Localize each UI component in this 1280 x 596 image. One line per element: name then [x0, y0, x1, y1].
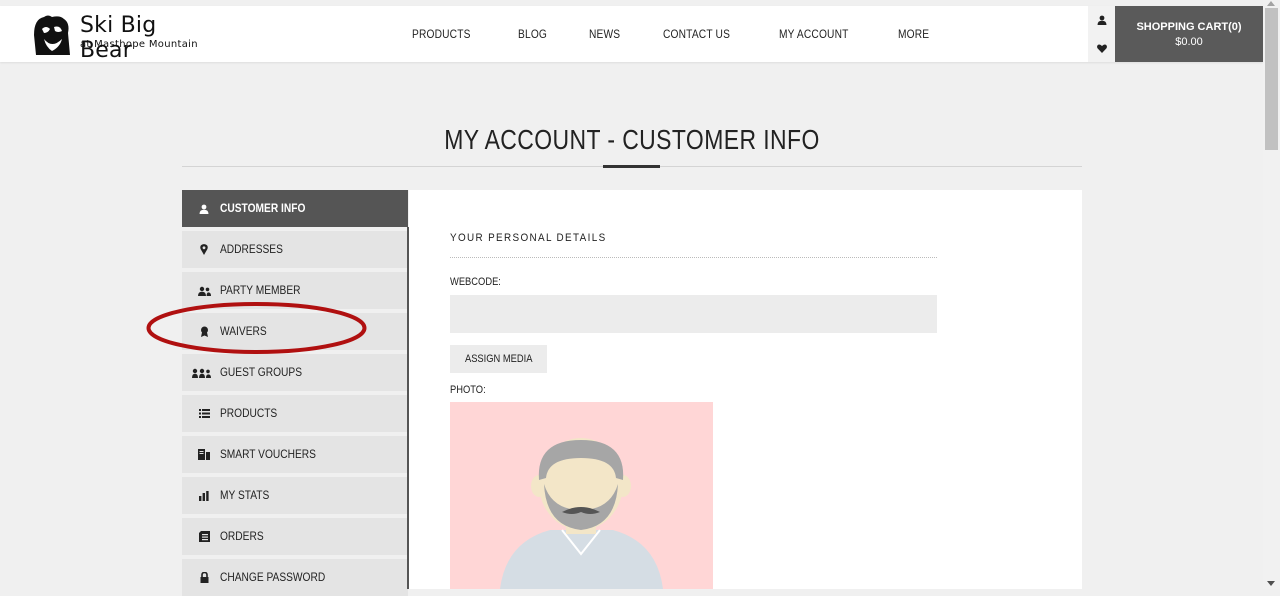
avatar-placeholder-icon	[500, 438, 663, 589]
account-button[interactable]	[1088, 6, 1115, 34]
nav-products[interactable]: PRODUCTS	[412, 27, 471, 41]
list-icon	[194, 395, 214, 432]
cart-total: $0.00	[1175, 36, 1203, 48]
assign-media-button[interactable]: ASSIGN MEDIA	[450, 345, 547, 373]
site-header: Ski Big Bear at Masthope Mountain PRODUC…	[0, 6, 1263, 63]
sidebar-item-customer-info[interactable]: CUSTOMER INFO	[182, 190, 408, 227]
cart-label: SHOPPING CART(0)	[1136, 21, 1242, 33]
webcode-label: WEBCODE:	[450, 276, 501, 288]
section-title: YOUR PERSONAL DETAILS	[450, 232, 607, 244]
header-icon-column	[1088, 6, 1115, 62]
wishlist-button[interactable]	[1088, 34, 1115, 62]
logo-subtitle: at Masthope Mountain	[80, 39, 198, 50]
bear-logo-icon	[34, 15, 70, 55]
page-title: MY ACCOUNT - CUSTOMER INFO	[0, 124, 1263, 156]
sidebar-item-label: PRODUCTS	[220, 406, 278, 420]
sidebar-item-products[interactable]: PRODUCTS	[182, 395, 408, 432]
sidebar-item-label: CUSTOMER INFO	[220, 201, 306, 215]
voucher-icon	[194, 436, 214, 473]
lock-icon	[194, 559, 214, 596]
group-icon	[190, 354, 214, 391]
page-title-text: MY ACCOUNT - CUSTOMER INFO	[443, 124, 820, 155]
page-scrollbar[interactable]	[1263, 0, 1280, 589]
nav-blog[interactable]: BLOG	[518, 27, 547, 41]
nav-my-account[interactable]: MY ACCOUNT	[779, 27, 849, 41]
nav-news[interactable]: NEWS	[589, 27, 620, 41]
sidebar-item-label: ORDERS	[220, 529, 264, 543]
shopping-cart-button[interactable]: SHOPPING CART(0) $0.00	[1115, 6, 1263, 62]
scroll-down-arrow-icon[interactable]	[1267, 581, 1275, 586]
sidebar-item-orders[interactable]: ORDERS	[182, 518, 408, 555]
site-logo[interactable]: Ski Big Bear at Masthope Mountain	[30, 13, 200, 63]
sidebar-item-change-password[interactable]: CHANGE PASSWORD	[182, 559, 408, 596]
user-icon	[1097, 15, 1106, 25]
annotation-highlight-ellipse	[146, 302, 367, 354]
logo-name: Ski Big Bear	[80, 13, 157, 63]
sidebar-item-label: ADDRESSES	[220, 242, 283, 256]
webcode-input[interactable]	[450, 295, 937, 333]
nav-more[interactable]: MORE	[898, 27, 929, 41]
user-icon	[194, 190, 214, 227]
title-accent-bar	[603, 165, 660, 168]
map-pin-icon	[194, 231, 214, 268]
sidebar-item-addresses[interactable]: ADDRESSES	[182, 231, 408, 268]
scrollbar-thumb[interactable]	[1265, 8, 1278, 150]
assign-media-label: ASSIGN MEDIA	[464, 353, 533, 365]
sidebar-item-label: SMART VOUCHERS	[220, 447, 316, 461]
heart-icon	[1096, 43, 1107, 53]
nav-contact-us[interactable]: CONTACT US	[663, 27, 730, 41]
sidebar-item-my-stats[interactable]: MY STATS	[182, 477, 408, 514]
orders-icon	[194, 518, 214, 555]
main-nav: PRODUCTS BLOG NEWS CONTACT US MY ACCOUNT…	[412, 6, 971, 62]
sidebar-item-label: CHANGE PASSWORD	[220, 570, 326, 584]
account-sidebar: CUSTOMER INFO ADDRESSES PARTY MEMBER WAI…	[182, 190, 408, 596]
sidebar-item-label: MY STATS	[220, 488, 270, 502]
scroll-up-arrow-icon[interactable]	[1267, 1, 1275, 6]
section-divider	[450, 257, 937, 258]
personal-details-panel: YOUR PERSONAL DETAILS WEBCODE: ASSIGN ME…	[409, 190, 1082, 589]
profile-photo-placeholder[interactable]	[450, 402, 713, 589]
photo-label: PHOTO:	[450, 384, 486, 396]
sidebar-item-label: PARTY MEMBER	[220, 283, 301, 297]
sidebar-item-guest-groups[interactable]: GUEST GROUPS	[182, 354, 408, 391]
bar-chart-icon	[194, 477, 214, 514]
sidebar-item-smart-vouchers[interactable]: SMART VOUCHERS	[182, 436, 408, 473]
sidebar-item-label: GUEST GROUPS	[220, 365, 302, 379]
